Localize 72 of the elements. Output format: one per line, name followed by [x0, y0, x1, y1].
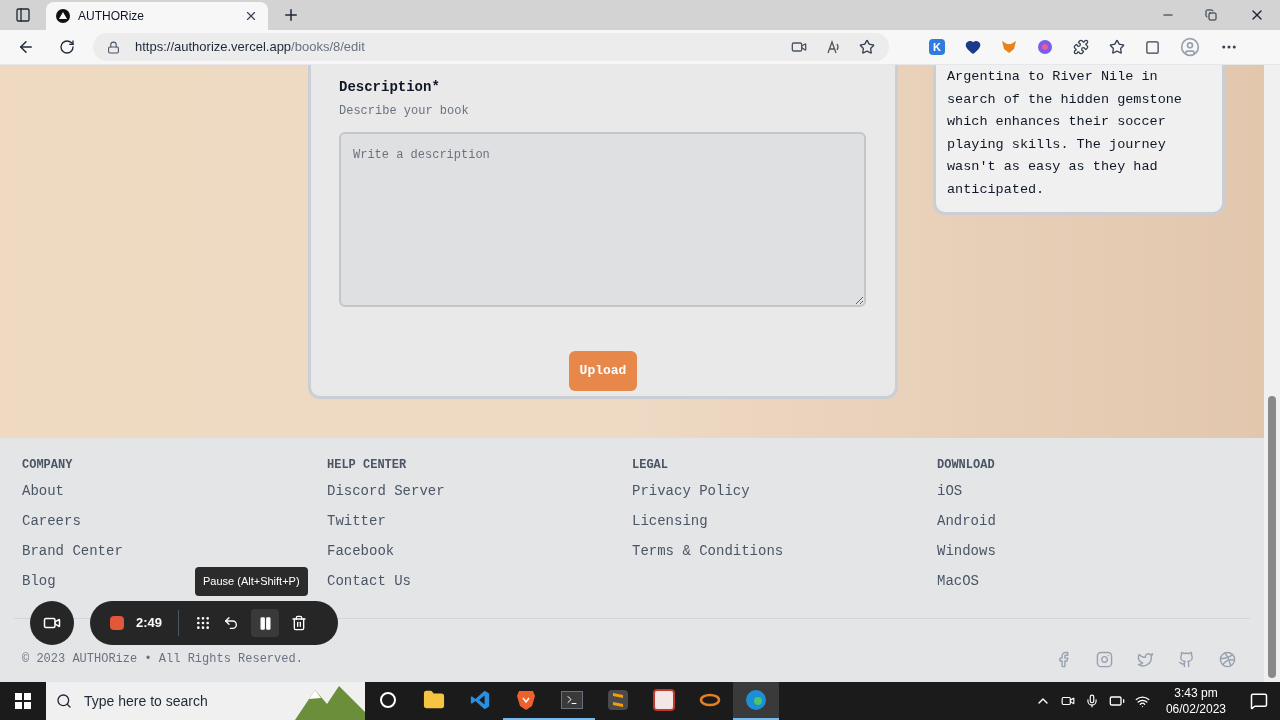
fox-icon[interactable]: [1001, 39, 1017, 55]
clock-time[interactable]: 3:43 pm: [1174, 685, 1218, 701]
logo-icon: [56, 9, 70, 23]
footer-link[interactable]: Twitter: [327, 511, 386, 531]
footer-heading: DOWNLOAD: [937, 457, 996, 474]
pause-icon: [257, 615, 273, 631]
heart-icon[interactable]: [965, 39, 981, 55]
windows-logo-icon[interactable]: [15, 693, 31, 709]
search-placeholder: Type here to search: [84, 691, 208, 711]
description-field[interactable]: Write a description: [339, 132, 866, 307]
footer-link[interactable]: Windows: [937, 541, 996, 561]
footer-link[interactable]: Blog: [22, 571, 56, 591]
grid-icon[interactable]: [195, 615, 212, 631]
meet-icon[interactable]: [1060, 694, 1075, 708]
lion-shield-icon: [516, 689, 536, 711]
address-field[interactable]: https://authorize.vercel.app/books/8/edit: [93, 33, 889, 61]
folder-icon: [423, 689, 445, 711]
browser-icon: [745, 689, 767, 711]
terminal-icon: [561, 691, 583, 709]
taskbar-search-field[interactable]: Type here to search: [46, 682, 365, 720]
reload-icon[interactable]: [59, 39, 75, 55]
sublime-icon: [608, 690, 628, 710]
book-description: Argentina to River Nile in search of the hidden gemstone which enhances their soccer playing skills. The journey wasn't as easy as they had anticipated.: [947, 68, 1183, 199]
recording-time: 2:49: [136, 614, 163, 633]
copyright-text: © 2023 AUTHORize • All Rights Reserved.: [22, 651, 303, 668]
microphone-icon[interactable]: [1084, 694, 1099, 708]
undo-icon[interactable]: [223, 615, 240, 631]
lock-icon: [107, 40, 120, 54]
footer-link[interactable]: Privacy Policy: [632, 481, 750, 501]
field-label: Description*: [339, 78, 441, 97]
url-text: https://authorize.vercel.app/books/8/edit: [135, 38, 365, 57]
code-editor-icon: [469, 689, 491, 711]
footer-link[interactable]: Facebook: [327, 541, 395, 561]
collections-icon[interactable]: [1145, 39, 1160, 55]
footer-link[interactable]: Brand Center: [22, 541, 123, 561]
clock-date[interactable]: 06/02/2023: [1165, 701, 1226, 717]
footer-link[interactable]: Terms & Conditions: [632, 541, 784, 561]
close-tab-icon[interactable]: [244, 9, 258, 23]
read-aloud-icon[interactable]: [827, 40, 841, 54]
search-icon: [56, 693, 72, 709]
app-icon: [653, 689, 675, 711]
new-tab-icon[interactable]: [282, 6, 300, 24]
footer-heading: HELP CENTER: [327, 457, 408, 474]
footer-link[interactable]: Licensing: [632, 511, 708, 531]
wifi-icon[interactable]: [1134, 693, 1150, 709]
tab-title: AUTHORize: [78, 8, 145, 25]
restore-icon[interactable]: [1205, 9, 1217, 21]
tab-actions-icon[interactable]: [15, 7, 31, 23]
field-hint: Describe your book: [339, 103, 470, 120]
delete-icon[interactable]: [291, 615, 308, 631]
tooltip: Pause (Alt+Shift+P): [195, 567, 308, 596]
pause-button[interactable]: [251, 609, 280, 637]
footer-link[interactable]: Contact Us: [327, 571, 411, 591]
footer-heading: COMPANY: [22, 457, 74, 474]
extension-icon[interactable]: K: [929, 39, 945, 55]
footer-link[interactable]: Careers: [22, 511, 81, 531]
footer-link[interactable]: Android: [937, 511, 996, 531]
footer-link[interactable]: iOS: [937, 481, 963, 501]
footer-link[interactable]: MacOS: [937, 571, 979, 591]
notifications-icon[interactable]: [1250, 692, 1268, 710]
footer-link[interactable]: Discord Server: [327, 481, 445, 501]
video-icon[interactable]: [791, 39, 807, 55]
favorite-icon[interactable]: [859, 39, 875, 55]
extensions-icon[interactable]: [1073, 39, 1089, 55]
footer-heading: LEGAL: [632, 457, 669, 474]
back-icon[interactable]: [17, 38, 35, 56]
footer-link[interactable]: About: [22, 481, 64, 501]
battery-icon[interactable]: [1108, 693, 1125, 709]
favorites-icon[interactable]: [1109, 39, 1125, 55]
browser-tab[interactable]: AUTHORize: [46, 2, 268, 30]
stop-icon[interactable]: [110, 616, 124, 630]
flower-icon[interactable]: [1037, 39, 1053, 55]
